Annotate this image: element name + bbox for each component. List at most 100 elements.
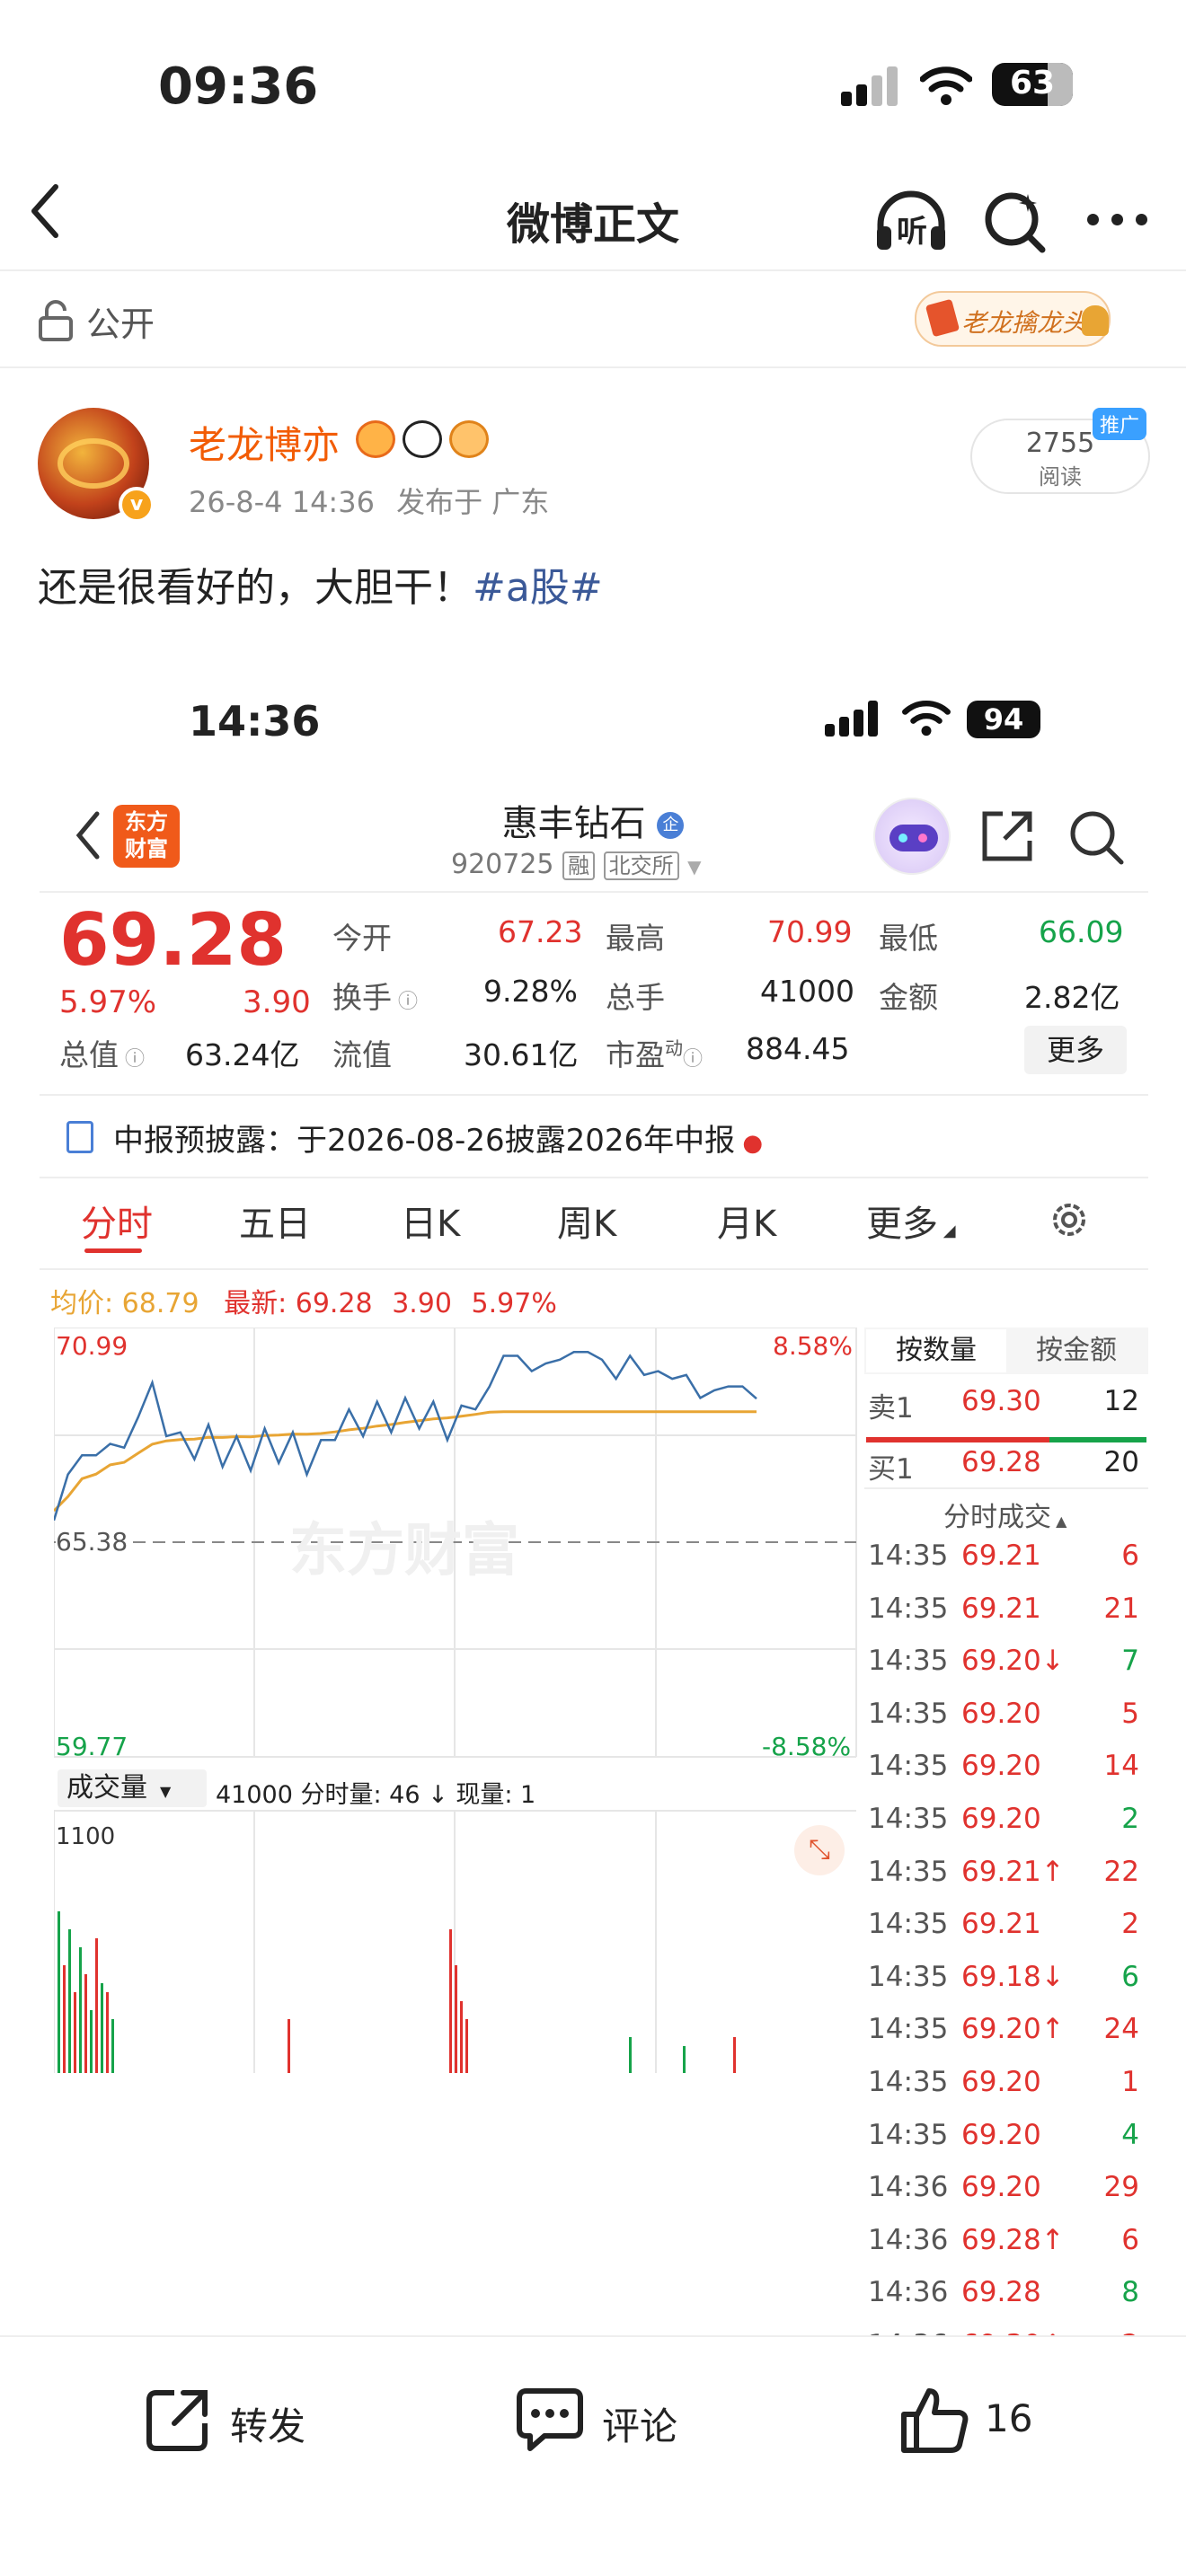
volume-info: 41000 分时量: 46 ↓ 现量: 1 xyxy=(216,1781,536,1809)
volume-bar xyxy=(288,2019,290,2073)
post-image[interactable]: 14:36 94 东方 财富 惠丰钻石 企 920725 融 北交所 ▼ 69.… xyxy=(0,629,1186,2335)
fullscreen-icon[interactable]: ⤡ xyxy=(794,1825,845,1875)
tab-five-day[interactable]: 五日 xyxy=(239,1195,311,1247)
inner-signal-icon xyxy=(825,701,882,737)
volume-bar xyxy=(460,2001,463,2073)
price-legend: 均价: 68.79 最新: 69.28 3.90 5.97% xyxy=(50,1288,557,1319)
stock-name: 惠丰钻石 xyxy=(501,803,646,844)
trade-qty: 2 xyxy=(1121,2329,1139,2335)
trade-time: 14:36 xyxy=(868,2171,949,2204)
ai-assistant-icon[interactable] xyxy=(873,798,951,875)
battery-level: 63 xyxy=(1009,65,1056,101)
tab-daily-k[interactable]: 日K xyxy=(401,1195,460,1247)
volume-bar xyxy=(84,1974,87,2073)
trade-time: 14:35 xyxy=(868,1539,949,1572)
trade-time: 14:36 xyxy=(868,2276,949,2309)
tab-monthly-k[interactable]: 月K xyxy=(717,1195,776,1247)
tab-by-quantity[interactable]: 按数量 xyxy=(866,1329,1006,1372)
repost-button[interactable]: 转发 xyxy=(144,2382,359,2457)
trade-time: 14:35 xyxy=(868,2013,949,2046)
tab-weekly-k[interactable]: 周K xyxy=(557,1195,616,1247)
y-axis-top: 70.99 xyxy=(56,1331,128,1361)
trade-row: 14:35 69.20↑ 24 xyxy=(864,2013,1148,2065)
turnover-value: 9.28% xyxy=(483,974,578,1009)
like-button[interactable]: 16 xyxy=(898,2382,1078,2457)
latest-pct: 5.97% xyxy=(471,1288,557,1319)
repost-label: 转发 xyxy=(230,2404,306,2448)
fan-badge: 老龙擒龙头 xyxy=(915,291,1111,347)
trade-qty: 7 xyxy=(1121,1645,1139,1678)
inner-battery-icon: 94 xyxy=(967,701,1040,738)
volume-bar xyxy=(449,1929,452,2073)
trade-time: 14:35 xyxy=(868,2118,949,2151)
trade-row: 14:36 69.30↑ 2 xyxy=(864,2329,1148,2335)
trade-time: 14:36 xyxy=(868,2223,949,2256)
trade-qty: 6 xyxy=(1121,1960,1139,1993)
trade-price: 69.20 xyxy=(961,2118,1041,2151)
trade-time: 14:35 xyxy=(868,1592,949,1625)
latest-change: 3.90 xyxy=(392,1288,452,1319)
hashtag-link[interactable]: #a股# xyxy=(473,565,603,611)
promo-badge: 推广 xyxy=(1093,408,1147,440)
inner-wifi-icon xyxy=(902,701,951,737)
trade-qty: 6 xyxy=(1121,1539,1139,1572)
search-icon[interactable] xyxy=(983,189,1046,255)
high-value: 70.99 xyxy=(767,914,853,949)
volume-label: 总手 xyxy=(606,980,665,1015)
thumbs-up-icon xyxy=(901,2388,969,2453)
mcap-value: 63.24亿 xyxy=(185,1037,300,1072)
comment-label: 评论 xyxy=(602,2404,678,2448)
trade-row: 14:36 69.20 29 xyxy=(864,2171,1148,2223)
trade-row: 14:35 69.20 14 xyxy=(864,1750,1148,1802)
volume-bar xyxy=(106,1992,109,2073)
comment-button[interactable]: 评论 xyxy=(514,2382,730,2457)
volume-bar xyxy=(95,1938,98,2073)
notice-text[interactable]: 中报预披露：于2026-08-26披露2026年中报 ● xyxy=(113,1116,763,1160)
post-text: 还是很看好的，大胆干！#a股# xyxy=(38,555,603,613)
trade-row: 14:35 69.18↓ 6 xyxy=(864,1961,1148,2013)
share-icon[interactable] xyxy=(979,808,1035,864)
float-label: 流值 xyxy=(332,1037,392,1072)
trade-qty: 2 xyxy=(1121,1803,1139,1835)
listen-button[interactable]: 听 xyxy=(873,187,949,257)
pct-axis-bottom: -8.58% xyxy=(762,1732,852,1761)
tab-by-amount[interactable]: 按金额 xyxy=(1006,1329,1146,1372)
change-amount: 3.90 xyxy=(243,984,311,1020)
trade-row: 14:35 69.20 2 xyxy=(864,1803,1148,1855)
volume-bar xyxy=(90,2010,93,2073)
volume-bar xyxy=(455,1965,457,2073)
low-value: 66.09 xyxy=(1039,914,1124,949)
post-time: 26-8-4 14:36 xyxy=(189,485,375,519)
settings-icon[interactable] xyxy=(1048,1198,1091,1241)
volume-bars xyxy=(58,1911,736,2073)
high-label: 最高 xyxy=(606,921,665,956)
post-body: 还是很看好的，大胆干！ xyxy=(38,565,473,611)
avg-price: 68.79 xyxy=(121,1288,199,1319)
stock-code-row: 920725 融 北交所 ▼ xyxy=(451,849,702,880)
more-quote-button[interactable]: 更多 xyxy=(1024,1026,1127,1074)
intraday-chart[interactable]: 东方财富 xyxy=(54,1328,857,2073)
open-label: 今开 xyxy=(332,921,392,956)
trade-price: 69.20↑ xyxy=(961,2013,1065,2046)
burger-icon xyxy=(1082,305,1109,336)
pct-axis-top: 8.58% xyxy=(773,1331,853,1361)
volume-bar xyxy=(101,1983,103,2073)
volume-axis-top: 1100 xyxy=(56,1823,116,1850)
trade-price: 69.21 xyxy=(961,1908,1041,1941)
volume-select[interactable]: 成交量 ▼ xyxy=(58,1769,207,1807)
tab-more[interactable]: 更多 ◢ xyxy=(866,1195,956,1247)
latest-price: 69.28 xyxy=(295,1288,373,1319)
trade-time: 14:35 xyxy=(868,1697,949,1730)
trade-price: 69.20 xyxy=(961,1803,1041,1835)
sell1-qty: 12 xyxy=(1103,1385,1139,1417)
like-count: 16 xyxy=(985,2396,1033,2440)
author-name[interactable]: 老龙博亦 xyxy=(189,415,340,470)
trade-price: 69.21 xyxy=(961,1539,1041,1572)
trade-qty: 22 xyxy=(1103,1855,1139,1888)
pe-label: 市盈动ⓘ xyxy=(606,1037,704,1072)
more-icon[interactable] xyxy=(1087,210,1150,228)
inner-search-icon[interactable] xyxy=(1067,808,1125,866)
tab-intraday[interactable]: 分时 xyxy=(81,1195,153,1247)
mcap-label: 总值 ⓘ xyxy=(59,1037,145,1072)
panda-icon xyxy=(403,420,442,458)
